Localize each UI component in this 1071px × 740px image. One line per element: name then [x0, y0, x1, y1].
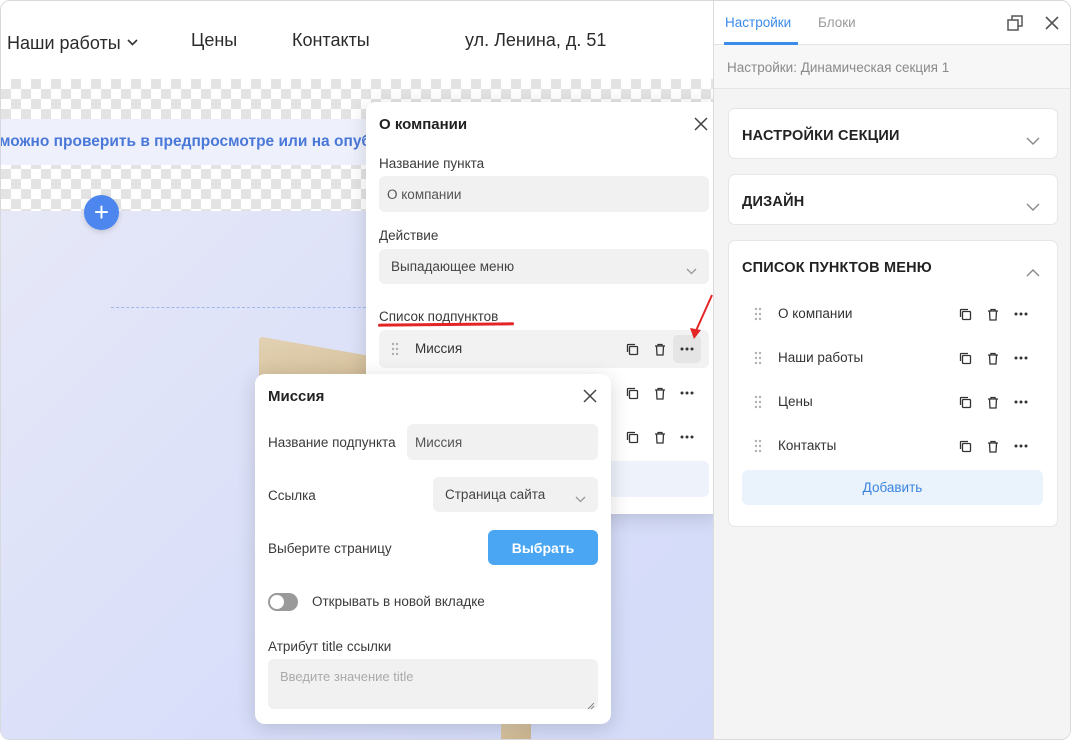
- copy-icon[interactable]: [621, 382, 643, 404]
- subitem-name-value: Миссия: [415, 434, 463, 450]
- settings-panel: Настройки Блоки Настройки: Динамическая …: [713, 1, 1070, 739]
- action-value: Выпадающее меню: [391, 259, 515, 274]
- nav-address: ул. Ленина, д. 51: [465, 30, 607, 50]
- menu-list-accordion: СПИСОК ПУНКТОВ МЕНЮ О компании Наши рабо…: [728, 240, 1058, 527]
- add-block-button[interactable]: +: [84, 195, 119, 230]
- action-select[interactable]: Выпадающее меню: [379, 249, 709, 284]
- design-accordion[interactable]: ДИЗАЙН: [728, 174, 1058, 225]
- app-window: Наши работы Цены Контакты ул. Ленина, д.…: [0, 0, 1071, 740]
- nav-item-works[interactable]: Наши работы: [7, 30, 138, 54]
- choose-page-button[interactable]: Выбрать: [488, 530, 598, 565]
- highlight-underline: [377, 322, 515, 327]
- title-attr-label: Атрибут title ссылки: [268, 639, 392, 654]
- chevron-up-icon[interactable]: [1026, 264, 1040, 282]
- toggle-knob: [270, 595, 284, 609]
- accordion-title: НАСТРОЙКИ СЕКЦИИ: [742, 128, 900, 144]
- copy-icon[interactable]: [954, 391, 976, 413]
- menu-list-item[interactable]: О компании: [742, 299, 1047, 329]
- preview-notice: можно проверить в предпросмотре или на о…: [1, 119, 381, 165]
- more-icon[interactable]: [1010, 391, 1032, 413]
- plus-icon: +: [93, 197, 110, 227]
- item-name-label: Название пункта: [379, 156, 485, 171]
- selection-guide: [111, 307, 371, 308]
- link-select[interactable]: Страница сайта: [433, 477, 598, 512]
- new-tab-label: Открывать в новой вкладке: [312, 594, 485, 609]
- menu-item-label: Цены: [778, 394, 813, 409]
- drag-handle-icon[interactable]: [754, 439, 762, 453]
- more-icon[interactable]: [676, 426, 698, 448]
- popup-title: Миссия: [268, 388, 325, 405]
- item-name-value: О компании: [387, 186, 462, 202]
- preview-notice-text: можно проверить в предпросмотре или на о…: [1, 133, 372, 150]
- trash-icon[interactable]: [649, 382, 671, 404]
- more-icon[interactable]: [676, 382, 698, 404]
- new-tab-toggle[interactable]: [268, 593, 298, 611]
- subitem-label: Миссия: [415, 341, 463, 356]
- trash-icon[interactable]: [982, 435, 1004, 457]
- accordion-title: ДИЗАЙН: [742, 194, 805, 210]
- subitem-name-input[interactable]: Миссия: [407, 424, 598, 460]
- panel-tabs: Настройки Блоки: [714, 1, 1070, 45]
- chevron-down-icon: [127, 30, 138, 51]
- close-icon[interactable]: [581, 387, 599, 405]
- copy-icon[interactable]: [621, 426, 643, 448]
- breadcrumb: Настройки: Динамическая секция 1: [714, 45, 1070, 89]
- title-attr-textarea[interactable]: Введите значение title: [268, 659, 598, 710]
- subitem-name-label: Название подпункта: [268, 435, 396, 450]
- menu-list-item[interactable]: Цены: [742, 387, 1047, 417]
- more-icon[interactable]: [1010, 347, 1032, 369]
- item-name-input[interactable]: О компании: [379, 176, 709, 212]
- copy-icon[interactable]: [954, 303, 976, 325]
- chevron-down-icon: [686, 263, 697, 278]
- more-icon[interactable]: [1010, 435, 1032, 457]
- subitem-row[interactable]: Миссия: [379, 330, 709, 368]
- subitem-popup: Миссия Название подпункта Миссия Ссылка …: [255, 374, 611, 724]
- menu-item-label: Контакты: [778, 438, 837, 453]
- link-label: Ссылка: [268, 488, 316, 503]
- trash-icon[interactable]: [982, 391, 1004, 413]
- resize-handle-icon[interactable]: [587, 698, 595, 710]
- more-icon[interactable]: [1010, 303, 1032, 325]
- action-label: Действие: [379, 228, 439, 243]
- drag-handle-icon[interactable]: [754, 351, 762, 365]
- nav-item-prices[interactable]: Цены: [191, 30, 237, 51]
- close-icon[interactable]: [1042, 13, 1062, 33]
- title-attr-placeholder: Введите значение title: [280, 669, 414, 684]
- chevron-down-icon: [1026, 198, 1040, 216]
- drag-handle-icon[interactable]: [754, 307, 762, 321]
- tab-blocks[interactable]: Блоки: [818, 15, 856, 30]
- add-menu-item-button[interactable]: Добавить: [742, 470, 1043, 505]
- copy-icon[interactable]: [954, 347, 976, 369]
- section-settings-accordion[interactable]: НАСТРОЙКИ СЕКЦИИ: [728, 108, 1058, 159]
- trash-icon[interactable]: [649, 426, 671, 448]
- chevron-down-icon: [1026, 132, 1040, 150]
- drag-handle-icon[interactable]: [754, 395, 762, 409]
- copy-icon[interactable]: [954, 435, 976, 457]
- nav-item-contacts[interactable]: Контакты: [292, 30, 370, 51]
- copy-icon[interactable]: [621, 338, 643, 360]
- page-select-label: Выберите страницу: [268, 541, 392, 556]
- annotation-arrow-icon: [685, 293, 715, 343]
- chevron-down-icon: [575, 491, 586, 506]
- trash-icon[interactable]: [982, 303, 1004, 325]
- menu-list-item[interactable]: Наши работы: [742, 343, 1047, 373]
- popup-title: О компании: [379, 116, 468, 133]
- accordion-title[interactable]: СПИСОК ПУНКТОВ МЕНЮ: [742, 260, 932, 276]
- tab-settings[interactable]: Настройки: [725, 15, 791, 30]
- site-navigation: Наши работы Цены Контакты ул. Ленина, д.…: [1, 1, 713, 79]
- detach-window-icon[interactable]: [1005, 13, 1025, 33]
- drag-handle-icon[interactable]: [391, 342, 399, 356]
- nav-item-label: Наши работы: [7, 33, 121, 53]
- close-icon[interactable]: [692, 115, 710, 133]
- trash-icon[interactable]: [982, 347, 1004, 369]
- menu-item-label: Наши работы: [778, 350, 864, 365]
- menu-list-item[interactable]: Контакты: [742, 431, 1047, 461]
- menu-item-label: О компании: [778, 306, 853, 321]
- link-value: Страница сайта: [445, 487, 546, 502]
- trash-icon[interactable]: [649, 338, 671, 360]
